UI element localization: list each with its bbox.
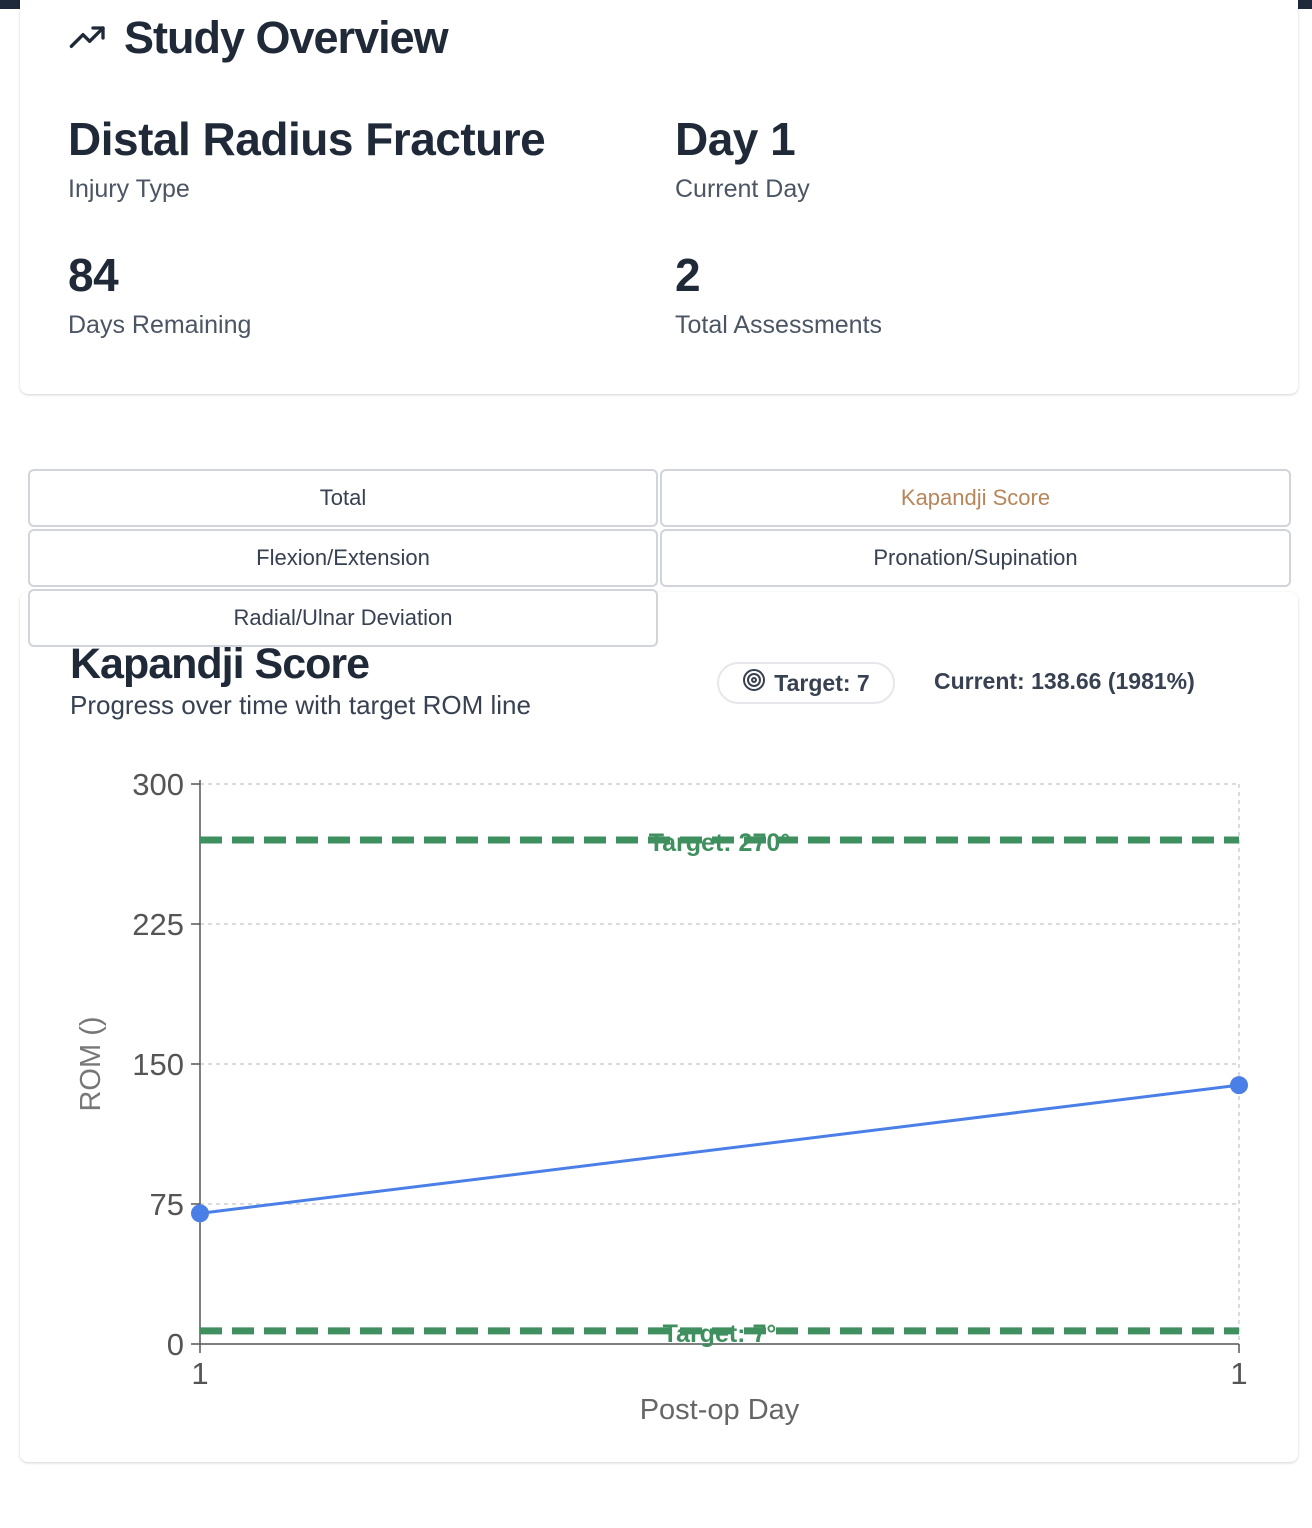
stat-label: Days Remaining [68, 310, 252, 339]
stat-label: Current Day [675, 174, 810, 203]
tab-label: Pronation/Supination [873, 545, 1078, 570]
stat-label: Injury Type [68, 174, 190, 203]
stat-injury-type: Distal Radius Fracture Injury Type [68, 113, 546, 204]
tab-label: Kapandji Score [900, 485, 1051, 510]
study-overview-card: Study Overview Distal Radius Fracture In… [20, 0, 1298, 394]
trending-up-icon [68, 18, 108, 58]
tab-pronation-supination[interactable]: Pronation/Supination [660, 529, 1291, 587]
x-tick-label: 1 [1230, 1356, 1247, 1391]
overview-title: Study Overview [124, 12, 449, 63]
rom-line-chart: 0 75 150 225 300 1 1 Post-op Day ROM () Target: 2… [75, 767, 1248, 1426]
target-line-label: Target: 7° [663, 1320, 777, 1348]
tab-radial-ulnar-deviation[interactable]: Radial/Ulnar Deviation [28, 589, 658, 647]
y-tick-label: 300 [132, 767, 184, 802]
stat-value: 84 [68, 249, 119, 301]
x-axis-label: Post-op Day [640, 1394, 800, 1426]
tab-flexion-extension[interactable]: Flexion/Extension [28, 529, 658, 587]
data-point [1230, 1076, 1248, 1095]
stat-total-assessments: 2 Total Assessments [675, 250, 882, 340]
y-tick-label: 150 [132, 1047, 184, 1082]
stat-days-remaining: 84 Days Remaining [68, 250, 251, 340]
y-tick-label: 0 [167, 1327, 184, 1362]
tab-kapandji-score[interactable]: Kapandji Score [660, 469, 1291, 527]
chart-card: Kapandji Score Progress over time with t… [20, 592, 1298, 1462]
tab-label: Radial/Ulnar Deviation [233, 605, 453, 630]
overview-header: Study Overview [68, 12, 449, 64]
target-line-label: Target: 270° [649, 829, 791, 857]
data-point [191, 1204, 209, 1223]
tab-total[interactable]: Total [28, 469, 658, 527]
stat-value: Distal Radius Fracture [68, 113, 546, 165]
y-tick-label: 225 [132, 907, 184, 942]
stat-value: 2 [675, 249, 701, 301]
tab-label: Total [319, 485, 367, 510]
stat-value: Day 1 [675, 113, 796, 165]
stat-current-day: Day 1 Current Day [675, 114, 810, 204]
y-axis-label: ROM () [75, 1016, 107, 1111]
x-tick-label: 1 [191, 1356, 208, 1391]
stat-label: Total Assessments [675, 310, 883, 339]
tab-label: Flexion/Extension [256, 545, 430, 570]
y-tick-label: 75 [150, 1187, 184, 1222]
series-line [199, 1083, 1240, 1215]
